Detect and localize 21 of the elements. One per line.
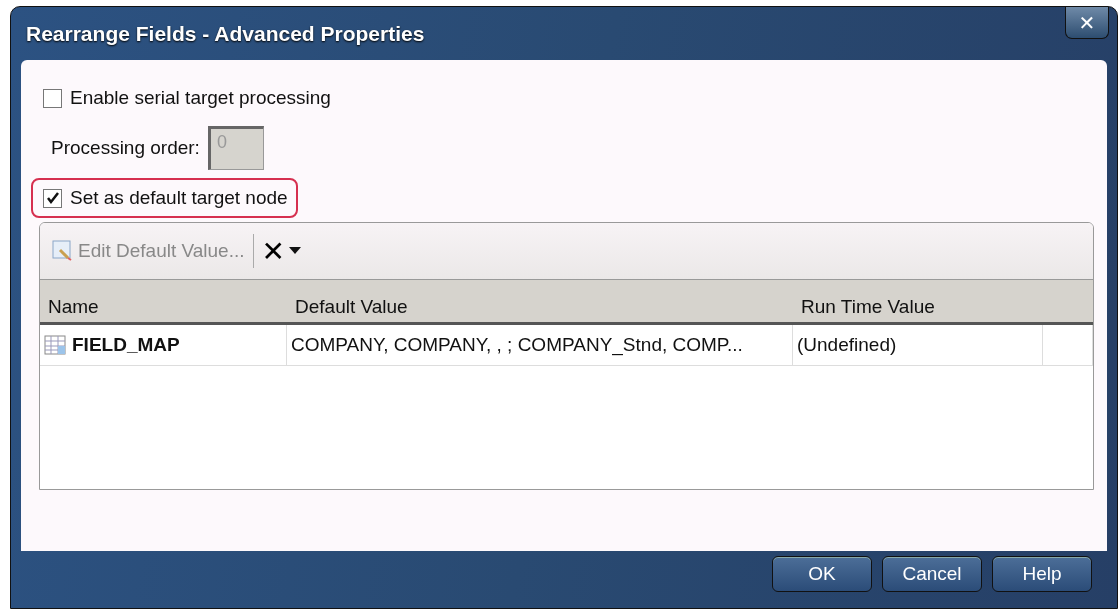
column-header[interactable]: Name xyxy=(40,280,287,325)
empty-table-cell xyxy=(1043,325,1093,366)
checkbox-label: Enable serial target processing xyxy=(70,87,331,109)
checkbox[interactable] xyxy=(43,188,62,208)
table-cell: FIELD_MAP xyxy=(40,325,287,366)
dialog-button[interactable]: OK xyxy=(772,556,872,592)
table-cell: COMPANY, COMPANY, , ; COMPANY_Stnd, COMP... xyxy=(287,325,793,366)
delete-button[interactable]: ✕ xyxy=(261,234,301,268)
window-title: Rearrange Fields - Advanced Properties xyxy=(26,21,425,46)
dialog-button[interactable]: Cancel xyxy=(882,556,982,592)
close-button[interactable]: ✕ xyxy=(1065,7,1109,39)
checkbox-label: Set as default target node xyxy=(70,187,288,209)
dialog-button[interactable]: Help xyxy=(992,556,1092,592)
table-icon xyxy=(44,335,66,355)
caret-icon xyxy=(289,247,301,255)
table-cell: (Undefined) xyxy=(793,325,1043,366)
field-label: Processing order: xyxy=(51,137,200,159)
checkbox[interactable] xyxy=(43,88,62,108)
column-header[interactable]: Run Time Value xyxy=(793,280,1043,325)
pencil-icon xyxy=(52,240,74,262)
column-header[interactable]: Default Value xyxy=(287,280,793,325)
